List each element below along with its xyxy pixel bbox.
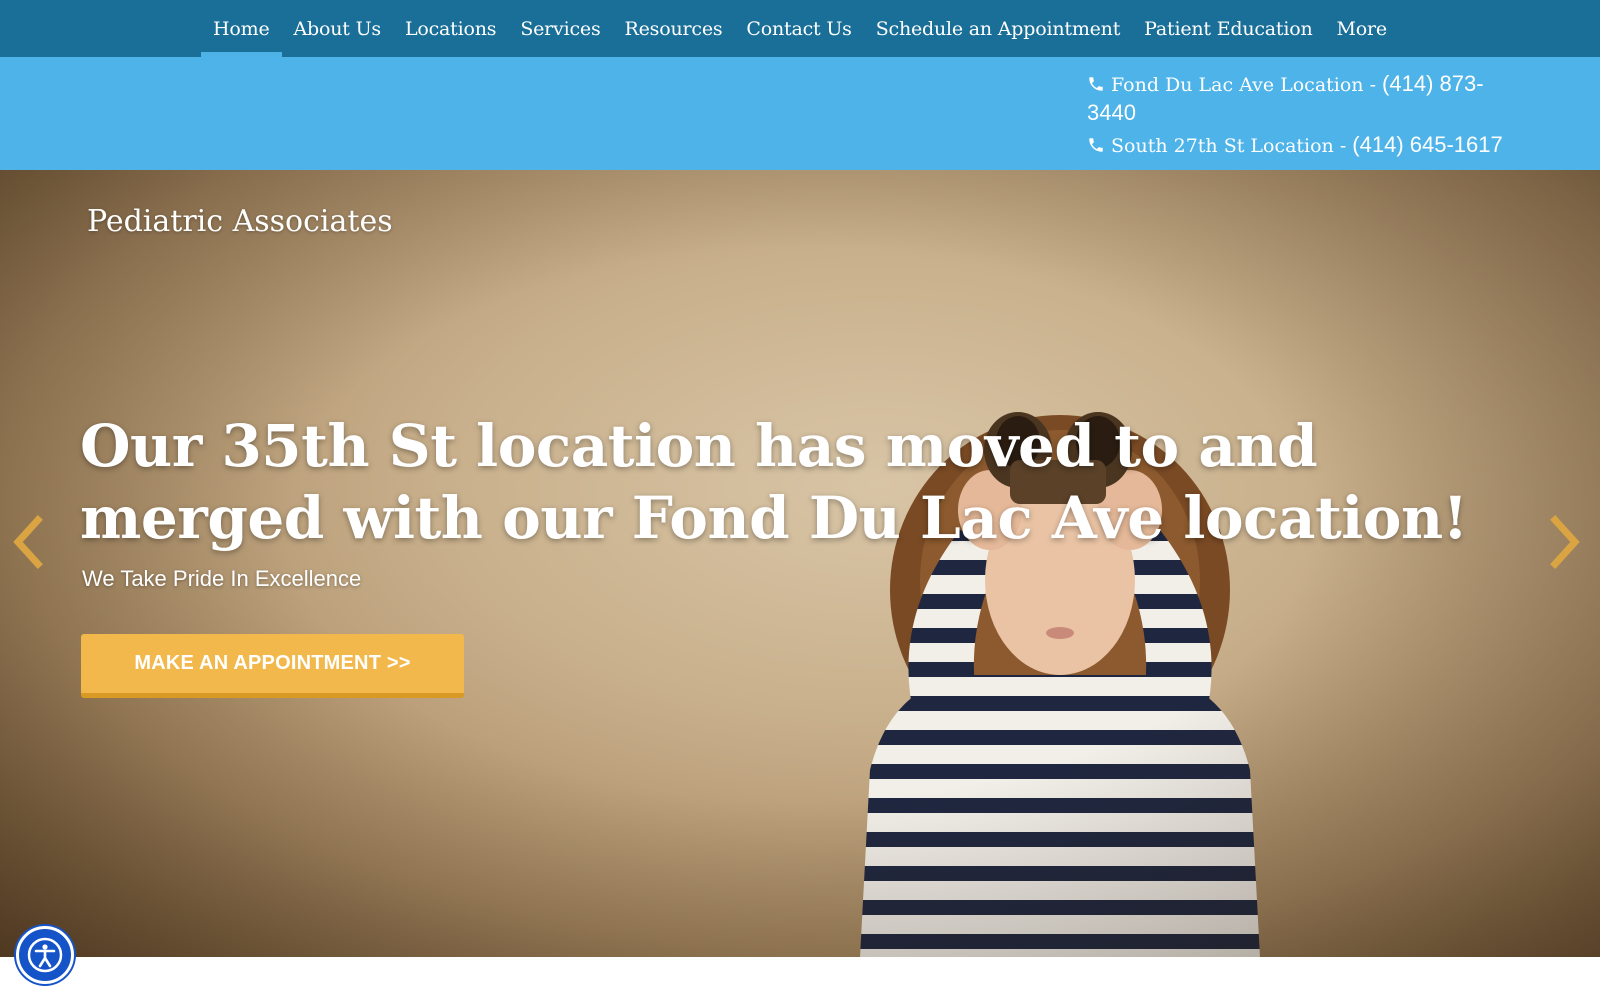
nav-item-more[interactable]: More bbox=[1325, 0, 1399, 57]
accessibility-button[interactable] bbox=[16, 926, 74, 984]
location-name: South 27th St Location - bbox=[1111, 135, 1353, 157]
phone-fond-du-lac: Fond Du Lac Ave Location - (414) 873-344… bbox=[1087, 70, 1507, 128]
chevron-right-icon[interactable] bbox=[1545, 512, 1585, 572]
nav-item-locations[interactable]: Locations bbox=[393, 0, 508, 57]
main-nav: Home About Us Locations Services Resourc… bbox=[0, 0, 1600, 57]
phone-icon bbox=[1089, 77, 1103, 91]
nav-item-patient-education[interactable]: Patient Education bbox=[1132, 0, 1324, 57]
phone-icon bbox=[1089, 138, 1103, 152]
phone-list: Fond Du Lac Ave Location - (414) 873-344… bbox=[1087, 70, 1507, 163]
location-name: Fond Du Lac Ave Location - bbox=[1111, 74, 1383, 96]
nav-item-about-us[interactable]: About Us bbox=[282, 0, 393, 57]
contact-bar: Fond Du Lac Ave Location - (414) 873-344… bbox=[0, 57, 1600, 170]
brand-logo-text[interactable]: Pediatric Associates bbox=[87, 204, 393, 239]
nav-item-home[interactable]: Home bbox=[201, 0, 283, 57]
chevron-left-icon[interactable] bbox=[8, 512, 48, 572]
make-appointment-button[interactable]: MAKE AN APPOINTMENT >> bbox=[81, 634, 464, 698]
nav-item-contact-us[interactable]: Contact Us bbox=[734, 0, 863, 57]
phone-south-27th: South 27th St Location - (414) 645-1617 bbox=[1087, 131, 1507, 160]
hero-vignette bbox=[0, 170, 1600, 957]
hero-tagline: We Take Pride In Excellence bbox=[82, 566, 362, 591]
nav-item-schedule-appointment[interactable]: Schedule an Appointment bbox=[864, 0, 1132, 57]
accessibility-icon bbox=[27, 937, 63, 973]
hero-slider: Pediatric Associates Our 35th St locatio… bbox=[0, 170, 1600, 957]
hero-headline: Our 35th St location has moved to and me… bbox=[80, 412, 1468, 552]
nav-item-resources[interactable]: Resources bbox=[613, 0, 735, 57]
nav-item-services[interactable]: Services bbox=[508, 0, 612, 57]
phone-number-link[interactable]: (414) 645-1617 bbox=[1352, 132, 1502, 157]
